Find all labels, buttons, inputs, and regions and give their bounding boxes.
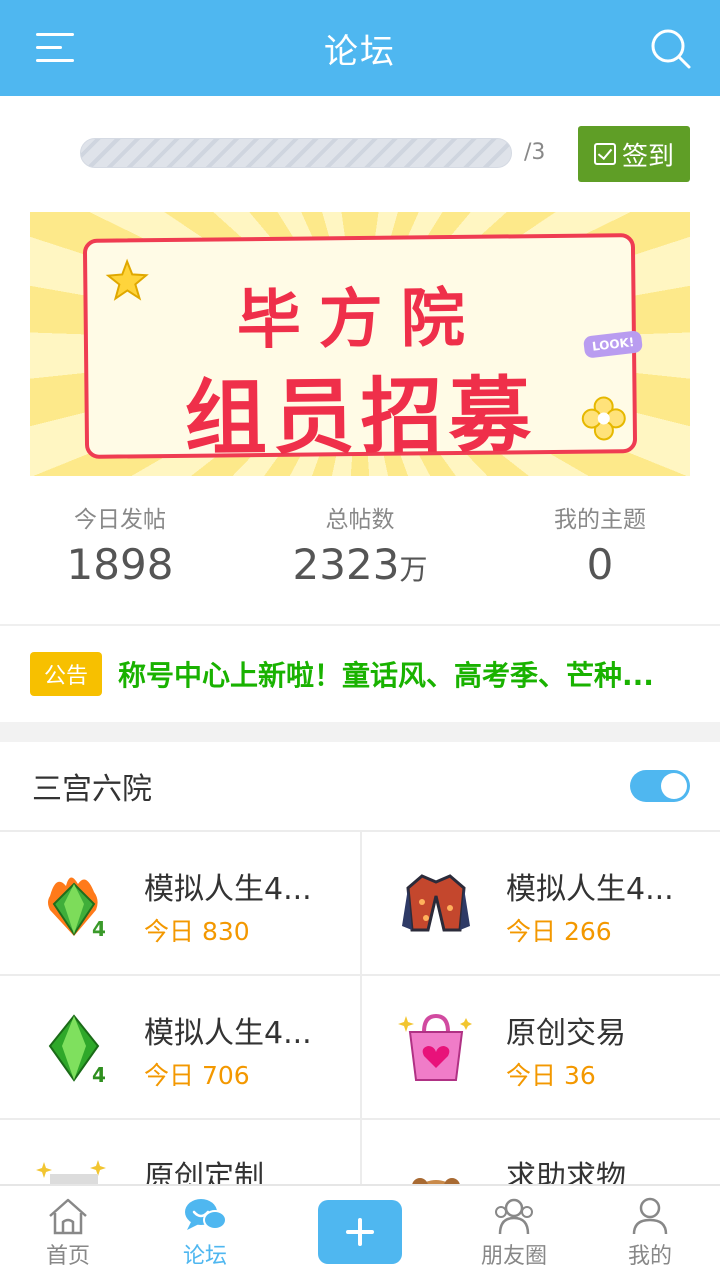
menu-icon[interactable] (36, 31, 74, 65)
svg-text:4: 4 (92, 917, 106, 941)
home-icon (49, 1198, 87, 1235)
page-title: 论坛 (324, 31, 396, 72)
green-crystal-4-icon: 4 (48, 1014, 106, 1086)
gift-icon (36, 1160, 106, 1186)
section-toggle[interactable] (630, 770, 690, 802)
svg-text:4: 4 (92, 1063, 106, 1086)
forum-today-count: 今日 36 (506, 1061, 596, 1090)
forum-grid: 4 模拟人生4... 今日 830 模拟人生4... 今日 266 4 模拟人生… (0, 830, 720, 1186)
forum-card[interactable]: 模拟人生4... 今日 266 (360, 830, 720, 974)
announcement-text[interactable]: 称号中心上新啦！童话风、高考季、芒种... (118, 654, 684, 694)
checkin-button[interactable]: 签到 (578, 126, 690, 182)
forum-name: 模拟人生4... (506, 872, 674, 907)
nav-label: 论坛 (182, 1244, 227, 1269)
nav-home[interactable]: 首页 (8, 1186, 128, 1280)
forum-today-count: 今日 706 (144, 1061, 250, 1090)
banner-line2: 组员招募 (184, 368, 538, 467)
stat-value: 0 (586, 540, 614, 589)
forum-card[interactable]: 原创定制 (0, 1118, 360, 1186)
nav-friends[interactable]: 朋友圈 (454, 1186, 574, 1280)
forum-name: 原创定制 (144, 1160, 264, 1186)
forum-name: 模拟人生4... (144, 1016, 312, 1051)
flower-icon (581, 396, 626, 441)
jacket-icon (402, 874, 470, 932)
checkin-progress-total: /3 (524, 140, 546, 165)
stat-total-posts: 总帖数 2323万 (240, 500, 480, 624)
forum-stats: 今日发帖 1898 总帖数 2323万 我的主题 0 (0, 500, 720, 624)
nav-label: 首页 (45, 1244, 90, 1269)
checkin-progress-bar (80, 138, 512, 168)
forum-card[interactable]: 求助求物 (360, 1118, 720, 1186)
search-icon[interactable] (650, 28, 692, 70)
announcement-bar[interactable]: 公告 称号中心上新啦！童话风、高考季、芒种... (0, 626, 720, 722)
friends-icon (495, 1198, 533, 1235)
forum-icon (185, 1199, 227, 1230)
fire-crystal-4-icon: 4 (48, 877, 106, 941)
banner-card: 毕方院 组员招募 LOOK! (82, 233, 644, 467)
section-title: 三宫六院 (32, 772, 152, 807)
forum-name: 求助求物 (506, 1160, 626, 1186)
checkbox-icon (593, 143, 616, 165)
stat-my-topics[interactable]: 我的主题 0 (480, 500, 720, 624)
stat-label: 我的主题 (554, 507, 646, 533)
forum-card[interactable]: 原创交易 今日 36 (360, 974, 720, 1118)
nav-label: 我的 (627, 1244, 672, 1269)
stat-today-posts: 今日发帖 1898 (0, 500, 240, 624)
checkin-row: /3 签到 (0, 96, 720, 212)
top-app-bar: 论坛 (0, 0, 720, 96)
new-post-button[interactable] (318, 1200, 402, 1264)
stat-label: 今日发帖 (74, 507, 166, 533)
forum-card[interactable]: 4 模拟人生4... 今日 830 (0, 830, 360, 974)
nav-label: 朋友圈 (480, 1244, 547, 1269)
forum-name: 原创交易 (506, 1016, 626, 1051)
forum-today-count: 今日 830 (144, 917, 250, 946)
stat-label: 总帖数 (325, 507, 395, 533)
announcement-badge: 公告 (30, 652, 102, 696)
nav-profile[interactable]: 我的 (590, 1186, 710, 1280)
bottom-navigation: 首页 论坛 朋友圈 我的 (0, 1184, 720, 1280)
forum-name: 模拟人生4... (144, 872, 312, 907)
forum-today-count: 今日 266 (506, 917, 612, 946)
stat-value: 1898 (66, 540, 174, 589)
stat-value: 2323万 (292, 540, 428, 589)
recruitment-banner[interactable]: 毕方院 组员招募 LOOK! (30, 212, 690, 476)
checkin-button-label: 签到 (621, 141, 674, 172)
shopping-bag-icon (398, 1013, 472, 1081)
section-gap (0, 722, 720, 742)
toggle-knob (661, 773, 687, 799)
profile-icon (632, 1197, 668, 1235)
section-header: 三宫六院 (0, 742, 720, 830)
hamster-icon (412, 1178, 460, 1186)
nav-forum[interactable]: 论坛 (145, 1186, 265, 1280)
forum-card[interactable]: 4 模拟人生4... 今日 706 (0, 974, 360, 1118)
